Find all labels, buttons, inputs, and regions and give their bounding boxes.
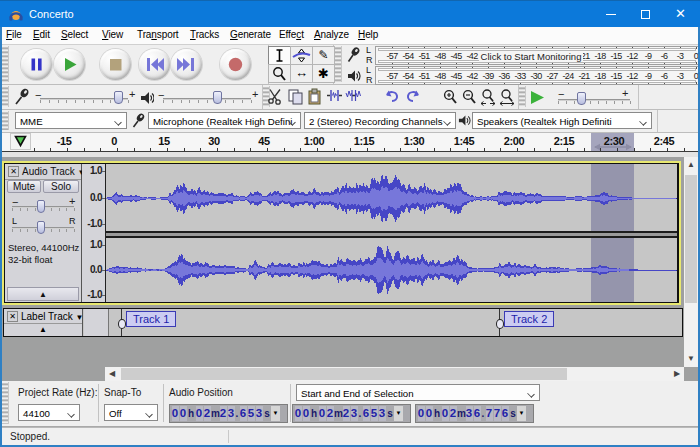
collapse-label[interactable]: ▲ xyxy=(4,324,82,336)
meter-record[interactable]: -57-54-51-48-45-42-39-36-33-30-27-24-21-… xyxy=(375,46,699,65)
audio-position[interactable]: 00h02m23.653s▼ xyxy=(169,404,288,423)
status-bar: Stopped. xyxy=(2,427,698,445)
edit-redo[interactable] xyxy=(404,88,422,106)
tool-zoom[interactable] xyxy=(268,64,291,83)
tool-envelope[interactable] xyxy=(290,46,313,65)
play-device[interactable]: Speakers (Realtek High Definiti xyxy=(472,112,652,129)
zoom-sel[interactable] xyxy=(479,88,497,106)
tool-draw[interactable]: ✎ xyxy=(312,46,335,65)
selection-toolbar: Project Rate (Hz): Snap-To Audio Positio… xyxy=(2,381,698,427)
menu-bar: File Edit Select View Transport Tracks G… xyxy=(2,27,698,45)
close-label[interactable]: ✕ xyxy=(7,311,18,322)
btn-minimize[interactable] xyxy=(593,1,628,28)
zoom-out[interactable] xyxy=(460,88,478,106)
vol-slider[interactable] xyxy=(213,91,222,104)
tool-selection[interactable] xyxy=(268,46,291,65)
meter-play[interactable]: -57-54-51-48-45-42-39-36-33-30-27-24-21-… xyxy=(375,66,699,85)
edit-silence[interactable] xyxy=(344,88,362,106)
btn-stop[interactable] xyxy=(100,49,131,80)
zoom-in[interactable] xyxy=(441,88,459,106)
btn-record[interactable] xyxy=(220,49,251,80)
tool-timeshift[interactable]: ↔ xyxy=(290,64,313,83)
audacity-window: Concerto ✕ File Edit Select View Transpo… xyxy=(0,0,700,447)
snap-to[interactable]: Off xyxy=(104,404,158,421)
v-scrollbar: ▲ ▼ xyxy=(684,157,698,367)
sel-end[interactable]: 00h02m36.776s▼ xyxy=(415,404,534,423)
play-speed[interactable] xyxy=(529,89,546,106)
zoom-fit[interactable] xyxy=(498,88,516,106)
host-select[interactable]: MME xyxy=(15,112,127,129)
waveform-area xyxy=(106,164,677,302)
track-area: ✕ Audio Track ▼ Mute Solo −+ LR Stereo, … xyxy=(0,152,700,381)
label-track-menu[interactable]: Label Track ▼ xyxy=(21,311,83,322)
audio-track: ✕ Audio Track ▼ Mute Solo −+ LR Stereo, … xyxy=(2,161,681,305)
btn-start[interactable] xyxy=(139,49,170,80)
toolbar-row-2: − + − + − + xyxy=(2,85,698,110)
rec-slider[interactable] xyxy=(114,91,123,104)
audio-track-panel: ✕ Audio Track ▼ Mute Solo −+ LR Stereo, … xyxy=(5,164,81,302)
pan-slider[interactable] xyxy=(37,221,45,234)
label-track: ✕ Label Track ▼ ▲ Track 1 Track 2 xyxy=(3,308,683,337)
label-track-panel: ✕ Label Track ▼ ▲ xyxy=(4,309,83,336)
h-scrollbar: ◀ ▶ xyxy=(105,367,684,381)
edit-trim[interactable] xyxy=(325,88,343,106)
gain-slider[interactable] xyxy=(37,200,45,213)
rec-device[interactable]: Microphone (Realtek High Defini xyxy=(148,112,301,129)
btn-solo[interactable]: Solo xyxy=(43,180,79,193)
btn-close[interactable]: ✕ xyxy=(663,1,698,28)
toolbar-device: MME Microphone (Realtek High Defini 2 (S… xyxy=(2,110,698,133)
sel-start[interactable]: 00h02m23.653s▼ xyxy=(292,404,411,423)
audio-track-menu[interactable]: Audio Track ▼ xyxy=(22,166,86,177)
title-bar: Concerto ✕ xyxy=(0,0,700,27)
project-rate[interactable]: 44100 xyxy=(18,404,80,421)
vertical-scale: 1.0 0.0 -1.0 1.0 0.0 -1.0 xyxy=(82,164,106,302)
edit-copy[interactable] xyxy=(286,88,304,106)
btn-mute[interactable]: Mute xyxy=(7,180,41,193)
pin-playhead[interactable] xyxy=(10,133,31,150)
speed-slider[interactable] xyxy=(577,92,586,105)
collapse-audio[interactable]: ▲ xyxy=(7,287,79,301)
sel-mode[interactable]: Start and End of Selection xyxy=(296,384,540,401)
rec-channels[interactable]: 2 (Stereo) Recording Channels xyxy=(304,112,456,129)
btn-pause[interactable] xyxy=(21,49,52,80)
edit-paste[interactable] xyxy=(305,88,323,106)
btn-end[interactable] xyxy=(171,49,202,80)
edit-undo[interactable] xyxy=(383,88,401,106)
btn-maximize[interactable] xyxy=(628,1,663,28)
edit-cut[interactable] xyxy=(266,88,284,106)
timeline-ruler: -1501530451:001:151:301:452:002:152:302:… xyxy=(2,133,698,152)
btn-play[interactable] xyxy=(54,49,85,80)
tool-multi[interactable]: ✱ xyxy=(312,64,335,83)
toolbar-row-1: ✎ ↔ ✱ LR -57-54-51-48-45-42-39-36-33-30-… xyxy=(2,45,698,85)
close-audio[interactable]: ✕ xyxy=(8,166,19,177)
